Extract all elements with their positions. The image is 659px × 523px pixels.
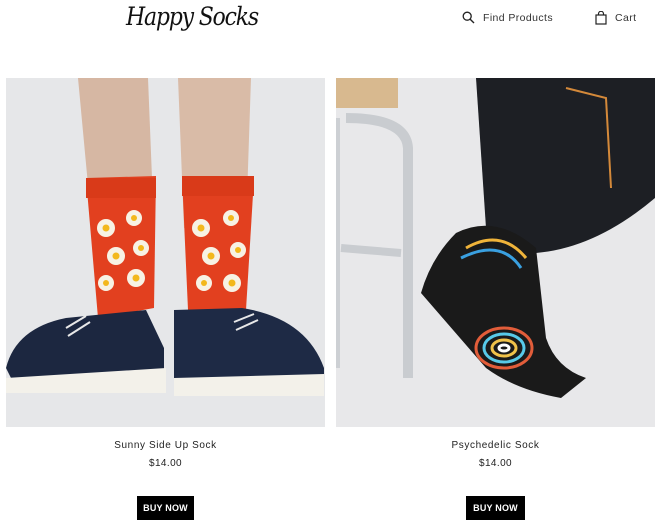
shopping-bag-icon	[595, 11, 607, 25]
product-image-sunny-side-up[interactable]	[6, 78, 325, 427]
site-header: Happy Socks Find Products Cart	[0, 0, 659, 40]
buy-now-button[interactable]: BUY NOW	[466, 496, 525, 520]
buy-now-button[interactable]: BUY NOW	[137, 496, 194, 520]
psychedelic-sock-photo	[336, 78, 655, 427]
product-card: Psychedelic Sock $14.00 BUY NOW	[336, 78, 655, 520]
cart-label: Cart	[615, 12, 637, 24]
find-products-link[interactable]: Find Products	[462, 11, 553, 24]
product-card: Sunny Side Up Sock $14.00 BUY NOW	[6, 78, 325, 520]
cart-link[interactable]: Cart	[595, 11, 636, 25]
happy-socks-logo[interactable]: Happy Socks	[126, 3, 259, 32]
sunny-side-up-sock-photo	[6, 78, 325, 427]
product-price: $14.00	[479, 458, 512, 469]
product-name[interactable]: Psychedelic Sock	[336, 440, 655, 451]
find-products-label: Find Products	[483, 11, 553, 24]
search-icon	[462, 11, 475, 24]
product-image-psychedelic[interactable]	[336, 78, 655, 427]
product-price: $14.00	[149, 458, 182, 469]
product-name[interactable]: Sunny Side Up Sock	[6, 440, 325, 451]
